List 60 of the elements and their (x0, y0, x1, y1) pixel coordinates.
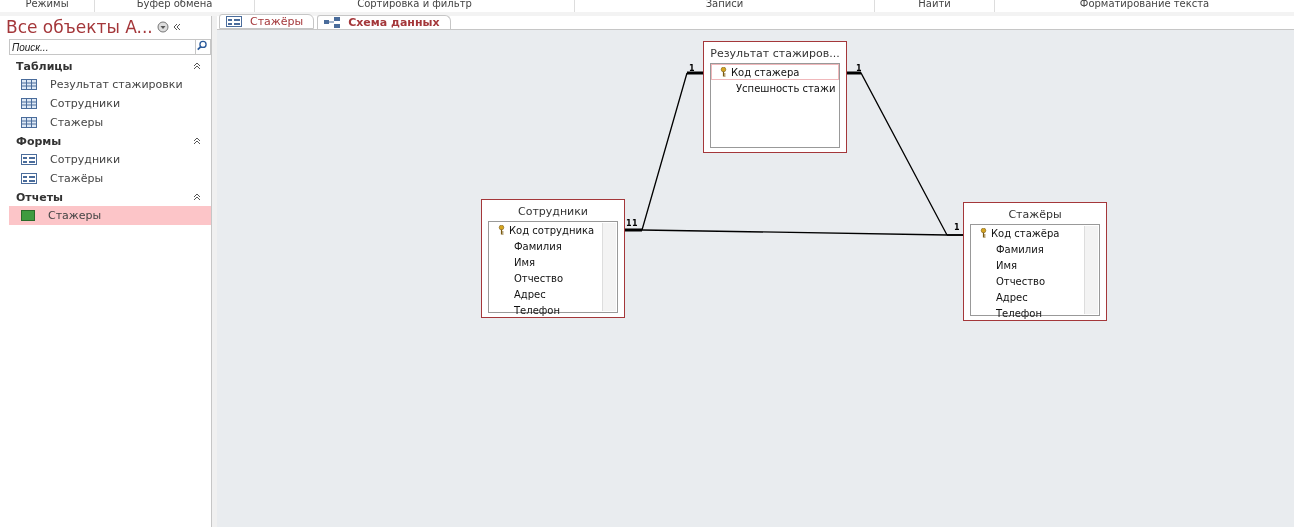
document-tab[interactable]: Стажёры (219, 14, 315, 29)
table-title: Сотрудники (516, 204, 590, 220)
collapse-icon[interactable] (193, 137, 201, 145)
group-header[interactable]: Отчеты (16, 190, 64, 204)
field-row[interactable]: Имя (489, 254, 617, 270)
ribbon-group-label: Режимы (0, 0, 95, 12)
scrollbar[interactable] (602, 223, 616, 311)
field-row[interactable]: Отчество (489, 270, 617, 286)
field-row[interactable]: Адрес (971, 289, 1099, 305)
cardinality-label: 1 (954, 224, 960, 232)
cardinality-label: 1 (632, 220, 638, 228)
nav-item[interactable]: Стажёры (9, 169, 211, 188)
form-icon (21, 154, 37, 165)
field-row[interactable]: Отчество (971, 273, 1099, 289)
nav-item[interactable]: Стажеры (9, 113, 211, 132)
nav-item[interactable]: Стажеры (9, 206, 211, 225)
group-header[interactable]: Таблицы (16, 59, 73, 73)
document-tab[interactable]: Схема данных (317, 15, 451, 29)
ribbon-group-label: Найти (875, 0, 995, 12)
field-row[interactable]: Телефон (489, 302, 617, 318)
collapse-icon[interactable] (193, 193, 201, 201)
table-title: Результат стажиров... (710, 46, 840, 62)
cardinality-label: 1 (856, 65, 862, 73)
collapse-pane-icon[interactable] (172, 23, 181, 31)
ribbon-group-label: Сортировка и фильтр (255, 0, 575, 12)
nav-item[interactable]: Результат стажировки (9, 75, 211, 94)
ribbon-group-label: Записи (575, 0, 875, 12)
field-row[interactable]: Телефон (971, 305, 1099, 321)
field-row[interactable]: Имя (971, 257, 1099, 273)
pane-title: Все объекты A... (6, 17, 153, 37)
ribbon-group-label: Форматирование текста (995, 0, 1294, 12)
report-icon (21, 210, 35, 221)
scrollbar[interactable] (1084, 226, 1098, 314)
dropdown-icon[interactable] (156, 21, 169, 33)
form-icon (21, 173, 37, 184)
table-card[interactable]: Стажёры Код стажёра Фамилия Имя Отчество Адрес Телефон (963, 202, 1107, 321)
search-field[interactable]: Поиск... (9, 39, 195, 55)
field-row[interactable]: Код стажёра (971, 225, 1099, 241)
group-header[interactable]: Формы (16, 134, 62, 148)
field-row[interactable]: Код стажера (711, 64, 839, 80)
table-icon (21, 117, 37, 128)
table-icon (21, 98, 37, 109)
field-row[interactable]: Успешность стажи (711, 80, 839, 96)
cardinality-label: 1 (689, 65, 695, 73)
table-card[interactable]: Результат стажиров... Код стажера Успешность стажи (703, 41, 847, 153)
ribbon-group-label: Буфер обмена (95, 0, 255, 12)
relationships-icon (324, 17, 341, 28)
search-icon[interactable] (195, 39, 211, 55)
form-icon (226, 16, 242, 27)
table-icon (21, 79, 37, 90)
collapse-icon[interactable] (193, 62, 201, 70)
nav-item[interactable]: Сотрудники (9, 150, 211, 169)
table-title: Стажёры (1007, 207, 1063, 223)
table-card[interactable]: Сотрудники Код сотрудника Фамилия Имя Отчество Адрес Телефон (481, 199, 625, 318)
cardinality-label: 1 (626, 220, 632, 228)
field-row[interactable]: Код сотрудника (489, 222, 617, 238)
field-row[interactable]: Фамилия (971, 241, 1099, 257)
field-row[interactable]: Фамилия (489, 238, 617, 254)
nav-item[interactable]: Сотрудники (9, 94, 211, 113)
field-row[interactable]: Адрес (489, 286, 617, 302)
